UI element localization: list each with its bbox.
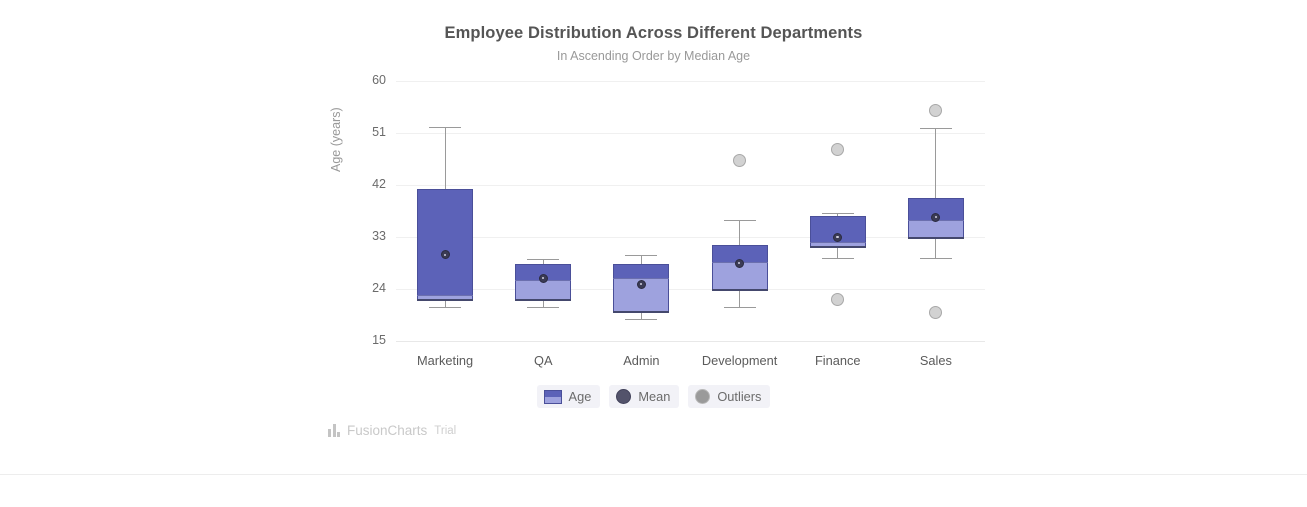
y-axis-tick-label: 24 [372, 281, 386, 295]
x-axis-tick-label: Admin [623, 353, 660, 368]
legend-swatch-outliers-icon [695, 389, 711, 404]
legend-swatch-box-icon [543, 389, 562, 404]
y-axis-tick-label: 51 [372, 125, 386, 139]
whisker-cap-lower [919, 258, 952, 260]
chart-legend: Age Mean Outliers [0, 385, 1307, 408]
chart-subtitle: In Ascending Order by Median Age [556, 49, 751, 63]
legend-label: Outliers [717, 389, 762, 404]
outlier-marker[interactable] [929, 305, 943, 319]
whisker-lower [935, 238, 937, 259]
legend-label: Mean [638, 389, 671, 404]
box-bottom-edge [907, 237, 964, 240]
chart-title: Employee Distribution Across Different D… [444, 24, 863, 42]
legend-item-age[interactable]: Age [536, 385, 601, 408]
page-divider [0, 474, 1307, 475]
boxplot-sales[interactable] [396, 81, 985, 341]
watermark-name: FusionCharts [347, 423, 428, 438]
whisker-upper [935, 128, 937, 199]
x-axis-tick-label: QA [534, 353, 553, 368]
legend-item-mean[interactable]: Mean [609, 385, 680, 408]
y-axis-tick-label: 15 [372, 333, 386, 347]
legend-swatch-mean-icon [616, 389, 632, 404]
outlier-marker[interactable] [929, 103, 943, 117]
x-axis-tick-label: Development [701, 353, 778, 368]
y-axis-tick-label: 60 [372, 73, 386, 87]
y-axis-tick-label: 42 [372, 177, 386, 191]
x-axis-tick-label: Finance [814, 353, 861, 368]
whisker-cap-upper [919, 128, 952, 130]
boxplot-chart: Employee Distribution Across Different D… [0, 0, 1307, 475]
x-axis-tick-label: Marketing [416, 353, 474, 368]
y-axis-tick-label: 33 [372, 229, 386, 243]
bar-chart-icon [328, 424, 340, 437]
box-lower-quartile [907, 220, 964, 239]
fusioncharts-watermark[interactable]: FusionCharts Trial [328, 423, 456, 438]
gridline [396, 341, 985, 342]
watermark-edition: Trial [434, 424, 457, 437]
legend-item-outliers[interactable]: Outliers [688, 385, 771, 408]
plot-area [396, 81, 985, 342]
y-axis-title: Age (years) [329, 107, 343, 172]
x-axis-tick-label: Sales [919, 353, 952, 368]
legend-label: Age [568, 389, 592, 404]
